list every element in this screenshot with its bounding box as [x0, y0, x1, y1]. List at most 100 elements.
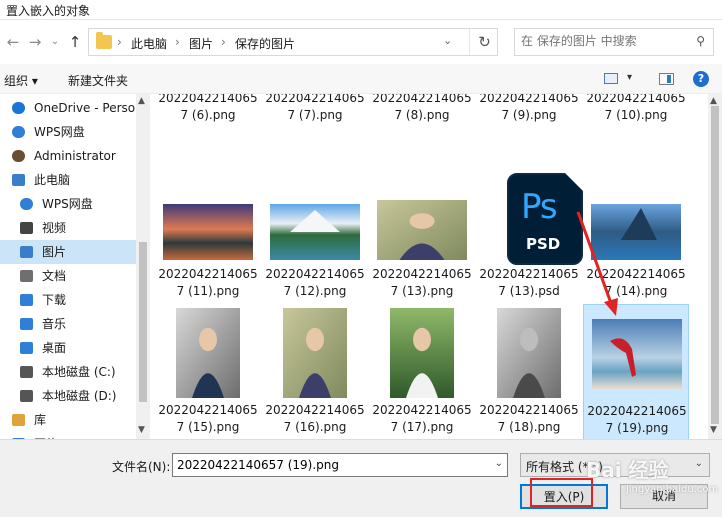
sidebar-item[interactable]: WPS网盘	[0, 192, 136, 216]
file-tile[interactable]: 2022042214065 7 (6).png	[155, 94, 261, 190]
help-icon[interactable]: ?	[693, 71, 709, 87]
sidebar-item-label: 音乐	[42, 317, 67, 331]
sidebar-item[interactable]: OneDrive - Perso	[0, 96, 136, 120]
file-tile[interactable]: 2022042214065 7 (16).png	[262, 304, 368, 439]
sidebar-item[interactable]: 音乐	[0, 312, 136, 336]
breadcrumb-chevron-icon[interactable]: ›	[117, 35, 122, 49]
up-arrow-icon[interactable]: ↑	[66, 32, 84, 52]
file-tile[interactable]: 2022042214065 7 (10).png	[583, 94, 689, 190]
search-icon[interactable]: ⚲	[696, 34, 705, 48]
image-thumbnail	[163, 204, 253, 260]
document-icon	[20, 270, 33, 282]
place-button[interactable]: 置入(P)	[520, 484, 608, 509]
scroll-down-icon[interactable]: ▼	[710, 425, 717, 435]
cloud-icon	[12, 126, 25, 138]
filename-input[interactable]	[177, 458, 477, 472]
address-dropdown-icon[interactable]: ⌄	[443, 34, 452, 47]
address-bar[interactable]: › 此电脑 › 图片 › 保存的图片 ⌄ ↻	[88, 28, 498, 56]
image-thumbnail	[283, 308, 347, 398]
folder-icon	[96, 32, 112, 49]
file-list: 2022042214065 7 (6).png 2022042214065 7 (7)…	[150, 94, 708, 439]
scrollbar-thumb[interactable]	[711, 106, 719, 424]
sidebar-item-label: 图片	[42, 245, 67, 259]
search-input[interactable]	[521, 34, 681, 48]
window-title: 置入嵌入的对象	[6, 4, 91, 18]
scroll-up-icon[interactable]: ▲	[138, 96, 145, 106]
file-name-line1: 2022042214065	[372, 94, 472, 105]
file-tile[interactable]: 2022042214065 7 (19).png	[583, 304, 689, 439]
chevron-down-icon[interactable]: ⌄	[695, 458, 703, 469]
filetype-select[interactable]: 所有格式 (*.*) ⌄	[520, 453, 710, 477]
file-tile[interactable]: 2022042214065 7 (17).png	[369, 304, 475, 439]
sidebar-item[interactable]: Administrator	[0, 144, 136, 168]
view-dropdown-icon[interactable]: ▾	[627, 72, 632, 83]
view-mode-icon[interactable]	[604, 73, 618, 84]
sidebar-item-label: 桌面	[42, 341, 67, 355]
scroll-up-icon[interactable]: ▲	[710, 96, 717, 106]
file-name-line2: 7 (19).png	[605, 421, 669, 435]
recent-dropdown-icon[interactable]: ⌄	[46, 32, 64, 52]
sidebar-item-label: 此电脑	[34, 173, 71, 187]
breadcrumb-this-pc[interactable]: 此电脑	[131, 35, 167, 52]
organize-menu[interactable]: 组织 ▾	[4, 72, 38, 89]
page-fold-icon	[565, 173, 583, 191]
sidebar-item[interactable]: 本地磁盘 (D:)	[0, 384, 136, 408]
breadcrumb-chevron-icon[interactable]: ›	[175, 35, 180, 49]
navigation-pane-scrollbar[interactable]: ▲ ▼	[136, 94, 150, 439]
preview-pane-icon[interactable]	[659, 73, 674, 85]
sidebar-item[interactable]: 图片	[0, 240, 136, 264]
file-name-line2: 7 (13).png	[390, 284, 454, 298]
sidebar-item-label: 文档	[42, 269, 67, 283]
file-name-line2: 7 (14).png	[604, 284, 668, 298]
video-icon	[20, 222, 33, 234]
sidebar-item-label: 本地磁盘 (C:)	[42, 365, 116, 379]
filename-combobox[interactable]: ⌄	[172, 453, 508, 477]
file-name-line1: 2022042214065	[479, 403, 579, 417]
forward-arrow-icon[interactable]: →	[26, 32, 44, 52]
breadcrumb-chevron-icon[interactable]: ›	[221, 35, 226, 49]
file-tile[interactable]: 2022042214065 7 (15).png	[155, 304, 261, 439]
computer-icon	[12, 174, 25, 186]
sidebar-item[interactable]: 网络	[0, 432, 136, 439]
file-name-line1: 2022042214065	[372, 267, 472, 281]
file-name-line1: 2022042214065	[158, 94, 258, 105]
sidebar-item[interactable]: 本地磁盘 (C:)	[0, 360, 136, 384]
music-icon	[20, 318, 33, 330]
sidebar-item[interactable]: 下载	[0, 288, 136, 312]
file-tile[interactable]: 2022042214065 7 (18).png	[476, 304, 582, 439]
desktop-icon	[20, 342, 33, 354]
scroll-down-icon[interactable]: ▼	[138, 425, 145, 435]
sidebar-item[interactable]: 视频	[0, 216, 136, 240]
file-name-line1: 2022042214065	[265, 403, 365, 417]
psd-label: PSD	[526, 235, 561, 253]
photoshop-psd-file-icon[interactable]: Ps PSD	[507, 173, 583, 265]
back-arrow-icon[interactable]: ←	[4, 32, 22, 52]
file-list-scrollbar[interactable]: ▲ ▼	[708, 94, 722, 439]
ps-logo-text: Ps	[521, 187, 558, 227]
file-name-line2: 7 (16).png	[283, 420, 347, 434]
search-box[interactable]: ⚲	[514, 28, 714, 56]
navigation-pane: OneDrive - Perso WPS网盘 Administrator 此电脑 WPS…	[0, 94, 150, 439]
cancel-button[interactable]: 取消	[620, 484, 708, 509]
file-tile[interactable]: 2022042214065 7 (7).png	[262, 94, 368, 190]
file-name-line2: 7 (8).png	[394, 108, 450, 122]
sidebar-item[interactable]: 文档	[0, 264, 136, 288]
file-tile[interactable]: 2022042214065 7 (8).png	[369, 94, 475, 190]
file-name-line2: 7 (7).png	[287, 108, 343, 122]
image-thumbnail	[591, 204, 681, 260]
file-name-line1: 2022042214065	[158, 267, 258, 281]
breadcrumb-pictures[interactable]: 图片	[189, 35, 213, 52]
file-name-line1: 2022042214065	[265, 94, 365, 105]
breadcrumb-saved-pictures[interactable]: 保存的图片	[235, 35, 295, 52]
scrollbar-thumb[interactable]	[139, 242, 147, 402]
sidebar-item[interactable]: WPS网盘	[0, 120, 136, 144]
user-icon	[12, 150, 25, 162]
chevron-down-icon[interactable]: ⌄	[495, 458, 503, 469]
sidebar-item[interactable]: 桌面	[0, 336, 136, 360]
new-folder-button[interactable]: 新建文件夹	[68, 72, 128, 89]
file-name-line1: 2022042214065	[372, 403, 472, 417]
refresh-icon[interactable]: ↻	[469, 29, 499, 55]
cloud-icon	[12, 102, 25, 114]
sidebar-item[interactable]: 此电脑	[0, 168, 136, 192]
sidebar-item[interactable]: 库	[0, 408, 136, 432]
